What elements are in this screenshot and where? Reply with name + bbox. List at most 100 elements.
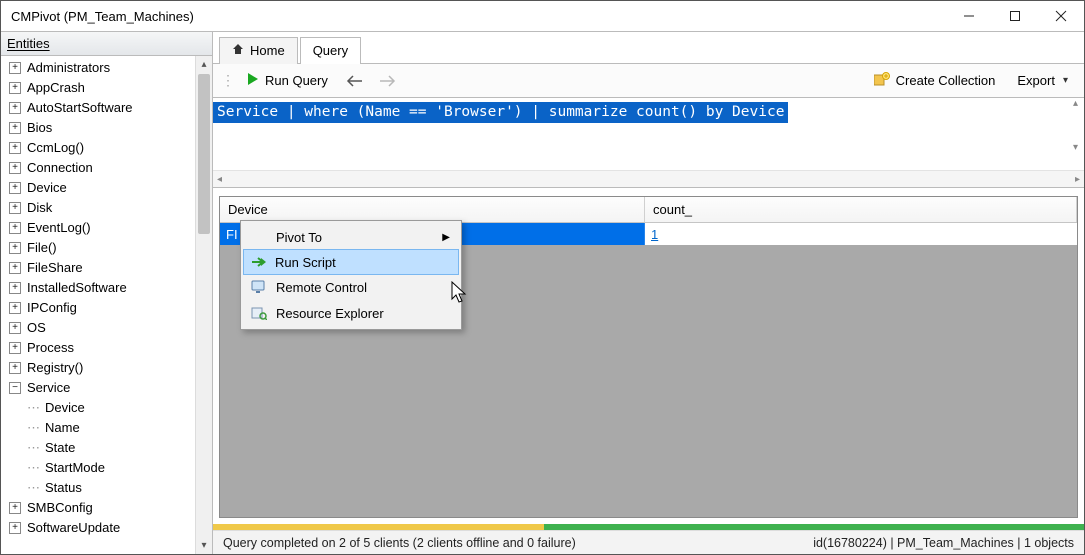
tree-item-label: StartMode: [45, 458, 105, 478]
tree-item-eventlog[interactable]: + EventLog(): [5, 218, 195, 238]
expand-icon[interactable]: +: [9, 362, 21, 374]
tree-item-administrators[interactable]: + Administrators: [5, 58, 195, 78]
run-arrow-icon: [250, 253, 268, 271]
expand-icon[interactable]: +: [9, 182, 21, 194]
tree-item-installedsoftware[interactable]: +InstalledSoftware: [5, 278, 195, 298]
query-toolbar: ⋮ Run Query Create Collection: [213, 64, 1084, 98]
create-collection-button[interactable]: Create Collection: [866, 69, 1004, 92]
query-text[interactable]: Service | where (Name == 'Browser') | su…: [213, 102, 788, 123]
expand-icon[interactable]: +: [9, 162, 21, 174]
entities-tree[interactable]: +Administrators+AppCrash+AutoStartSoftwa…: [1, 56, 195, 554]
nav-back-button[interactable]: [342, 71, 368, 91]
tree-item-label: Disk: [27, 198, 52, 218]
tab-home-label: Home: [250, 43, 285, 58]
tree-item-startmode[interactable]: ⋯ StartMode: [5, 458, 195, 478]
tree-item-os[interactable]: +OS: [5, 318, 195, 338]
tree-item-ipconfig[interactable]: +IPConfig: [5, 298, 195, 318]
collapse-icon[interactable]: −: [9, 382, 21, 394]
tab-query[interactable]: Query: [300, 37, 361, 64]
expand-icon[interactable]: +: [9, 102, 21, 114]
results-grid[interactable]: Device count_ FI 1 Pivot To ▶: [219, 196, 1078, 518]
run-query-button[interactable]: Run Query: [239, 69, 336, 92]
window-maximize-button[interactable]: [992, 1, 1038, 31]
menu-resource-explorer[interactable]: Resource Explorer: [244, 300, 458, 326]
window-close-button[interactable]: [1038, 1, 1084, 31]
window-titlebar: CMPivot (PM_Team_Machines): [1, 1, 1084, 31]
scroll-thumb[interactable]: [198, 74, 210, 234]
explorer-icon: [250, 304, 268, 322]
column-header-count[interactable]: count_: [645, 197, 1077, 222]
window-title: CMPivot (PM_Team_Machines): [11, 9, 946, 24]
tree-item-device[interactable]: +Device: [5, 178, 195, 198]
export-button[interactable]: Export ▾: [1009, 70, 1076, 91]
tree-leaf-icon: ⋯: [27, 458, 39, 478]
tree-leaf-icon: ⋯: [27, 478, 39, 498]
tree-item-fileshare[interactable]: + FileShare: [5, 258, 195, 278]
editor-scroll-horizontal[interactable]: ◂▸: [213, 170, 1084, 187]
menu-pivot-to[interactable]: Pivot To ▶: [244, 224, 458, 250]
expand-icon[interactable]: +: [9, 502, 21, 514]
tree-item-file[interactable]: +File(): [5, 238, 195, 258]
tree-item-label: Service: [27, 378, 70, 398]
tree-item-process[interactable]: +Process: [5, 338, 195, 358]
tree-leaf-icon: ⋯: [27, 418, 39, 438]
tree-leaf-icon: ⋯: [27, 398, 39, 418]
query-editor[interactable]: Service | where (Name == 'Browser') | su…: [213, 98, 1084, 188]
monitor-icon: [250, 278, 268, 296]
column-header-device[interactable]: Device: [220, 197, 645, 222]
toolbar-grip-icon: ⋮: [221, 72, 233, 89]
tree-item-device[interactable]: ⋯Device: [5, 398, 195, 418]
expand-icon[interactable]: +: [9, 142, 21, 154]
tree-item-label: AutoStartSoftware: [27, 98, 133, 118]
tree-item-smbconfig[interactable]: +SMBConfig: [5, 498, 195, 518]
tree-item-bios[interactable]: + Bios: [5, 118, 195, 138]
tree-item-softwareupdate[interactable]: + SoftwareUpdate: [5, 518, 195, 538]
expand-icon[interactable]: +: [9, 302, 21, 314]
window-minimize-button[interactable]: [946, 1, 992, 31]
tree-item-label: Administrators: [27, 58, 110, 78]
expand-icon[interactable]: +: [9, 282, 21, 294]
tree-item-service[interactable]: −Service: [5, 378, 195, 398]
tree-item-ccmlog[interactable]: +CcmLog(): [5, 138, 195, 158]
tree-item-label: FileShare: [27, 258, 83, 278]
expand-icon[interactable]: +: [9, 262, 21, 274]
status-message: Query completed on 2 of 5 clients (2 cli…: [223, 536, 576, 550]
expand-icon[interactable]: +: [9, 222, 21, 234]
scroll-down-arrow-icon[interactable]: ▾: [196, 537, 212, 554]
menu-remote-control[interactable]: Remote Control: [244, 274, 458, 300]
tree-item-label: Status: [45, 478, 82, 498]
expand-icon[interactable]: +: [9, 242, 21, 254]
tree-item-connection[interactable]: +Connection: [5, 158, 195, 178]
entities-header[interactable]: Entities: [1, 32, 212, 56]
tree-item-autostartsoftware[interactable]: + AutoStartSoftware: [5, 98, 195, 118]
tree-item-label: SoftwareUpdate: [27, 518, 120, 538]
editor-scroll-vertical[interactable]: ▴▾: [1067, 98, 1084, 153]
chevron-down-icon: ▾: [1063, 75, 1068, 86]
expand-icon[interactable]: +: [9, 342, 21, 354]
tab-home[interactable]: Home: [219, 37, 298, 64]
nav-forward-button[interactable]: [374, 71, 400, 91]
tree-item-label: Bios: [27, 118, 52, 138]
expand-icon[interactable]: +: [9, 202, 21, 214]
tree-item-status[interactable]: ⋯ Status: [5, 478, 195, 498]
tree-item-appcrash[interactable]: +AppCrash: [5, 78, 195, 98]
menu-run-script[interactable]: Run Script: [243, 249, 459, 275]
scroll-up-arrow-icon[interactable]: ▴: [196, 56, 212, 73]
tree-item-state[interactable]: ⋯State: [5, 438, 195, 458]
cell-count[interactable]: 1: [645, 223, 1077, 245]
expand-icon[interactable]: +: [9, 122, 21, 134]
home-icon: [232, 43, 244, 58]
tree-item-name[interactable]: ⋯Name: [5, 418, 195, 438]
expand-icon[interactable]: +: [9, 522, 21, 534]
collection-icon: [874, 72, 890, 89]
expand-icon[interactable]: +: [9, 322, 21, 334]
sidebar-scrollbar[interactable]: ▴ ▾: [195, 56, 212, 554]
tree-item-registry[interactable]: +Registry(): [5, 358, 195, 378]
context-menu: Pivot To ▶ Run Script Remote Control: [240, 220, 462, 330]
tree-item-disk[interactable]: + Disk: [5, 198, 195, 218]
expand-icon[interactable]: +: [9, 82, 21, 94]
tree-item-label: EventLog(): [27, 218, 91, 238]
entities-sidebar: Entities +Administrators+AppCrash+AutoSt…: [1, 32, 213, 554]
expand-icon[interactable]: +: [9, 62, 21, 74]
blank-icon: [250, 228, 268, 246]
